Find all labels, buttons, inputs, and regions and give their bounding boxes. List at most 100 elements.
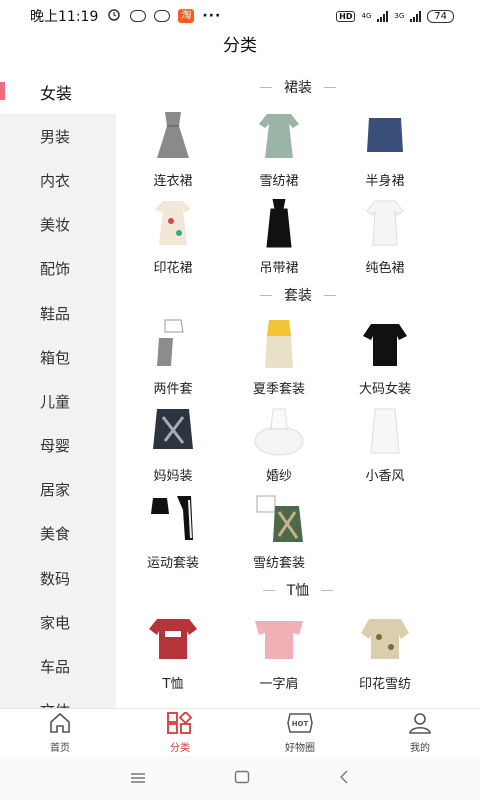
subcategory-item[interactable]: T恤: [120, 607, 226, 694]
section-title: 套装: [284, 288, 312, 304]
hot-badge-icon: HOT: [286, 712, 314, 737]
tab-good-circle-label: 好物圈: [285, 742, 315, 754]
product-thumbnail: [249, 195, 309, 251]
subcategory-grid: T恤 一字肩 印花雪纺: [116, 607, 480, 694]
hd-badge: HD: [336, 10, 356, 22]
signal-icon: [377, 10, 389, 22]
subcategory-item[interactable]: 妈妈装: [120, 399, 226, 486]
section-header: T恤: [116, 573, 480, 607]
subcategory-item[interactable]: 小香风: [332, 399, 438, 486]
product-thumbnail: [249, 108, 309, 164]
subcategory-item[interactable]: 印花裙: [120, 191, 226, 278]
sidebar-item[interactable]: 儿童: [0, 379, 116, 423]
subcategory-item[interactable]: 夏季套装: [226, 312, 332, 399]
product-thumbnail: [355, 195, 415, 251]
subcategory-label: 运动套装: [146, 556, 199, 571]
tab-category-label: 分类: [170, 742, 190, 754]
divider: [260, 294, 272, 296]
product-thumbnail: [355, 403, 415, 459]
sidebar-item[interactable]: 数码: [0, 556, 116, 600]
sidebar-item[interactable]: 女装: [0, 70, 116, 115]
subcategory-label: 纯色裙: [365, 261, 405, 276]
product-thumbnail: [143, 195, 203, 251]
subcategory-grid: 两件套 夏季套装 大码女装妈妈装 婚纱 小香风运动套装 雪纺套装: [116, 312, 480, 573]
product-thumbnail: [143, 403, 203, 459]
subcategory-label: 雪纺裙: [259, 174, 299, 189]
subcategory-item[interactable]: 大码女装: [332, 312, 438, 399]
subcategory-label: 半身裙: [365, 174, 405, 189]
subcategory-item[interactable]: 吊带裙: [226, 191, 332, 278]
tab-mine-label: 我的: [410, 742, 430, 754]
product-thumbnail: [355, 611, 415, 667]
subcategory-label: 连衣裙: [153, 174, 193, 189]
network-label-1: 4G: [361, 12, 372, 20]
chat-icon-2: [154, 10, 171, 22]
subcategory-item[interactable]: 雪纺套装: [226, 486, 332, 573]
sidebar-item[interactable]: 母婴: [0, 424, 116, 468]
subcategory-label: 妈妈装: [153, 469, 193, 484]
tab-home-label: 首页: [50, 742, 70, 754]
sidebar-item[interactable]: 车品: [0, 644, 116, 688]
sidebar-item[interactable]: 家电: [0, 600, 116, 644]
subcategory-item[interactable]: 两件套: [120, 312, 226, 399]
status-bar: 晚上11:19 淘 ··· HD 4G 3G 74: [0, 0, 480, 32]
subcategory-label: 大码女装: [358, 382, 411, 397]
bottom-tab-bar: 首页 分类 HOT 好物圈 我的: [0, 708, 480, 756]
sidebar-item[interactable]: 内衣: [0, 158, 116, 202]
sidebar-item[interactable]: 箱包: [0, 335, 116, 379]
subcategory-label: 印花雪纺: [358, 677, 411, 692]
product-thumbnail: [249, 490, 309, 546]
subcategory-label: 雪纺套装: [252, 556, 305, 571]
sidebar-item[interactable]: 配饰: [0, 247, 116, 291]
section-header: 套装: [116, 278, 480, 312]
subcategory-label: 两件套: [153, 382, 193, 397]
product-thumbnail: [249, 611, 309, 667]
subcategory-label: 一字肩: [259, 677, 299, 692]
subcategory-item[interactable]: 雪纺裙: [226, 104, 332, 191]
tab-good-circle[interactable]: HOT 好物圈: [240, 709, 360, 756]
product-thumbnail: [143, 316, 203, 372]
back-icon[interactable]: [338, 769, 350, 788]
divider: [324, 294, 336, 296]
section-title: T恤: [286, 583, 310, 599]
tab-mine[interactable]: 我的: [360, 709, 480, 756]
product-thumbnail: [355, 108, 415, 164]
subcategory-item[interactable]: 连衣裙: [120, 104, 226, 191]
subcategory-panel: 裙装 连衣裙 雪纺裙 半身裙 印花裙 吊带裙 纯色裙 套装 两件套 夏季套装 大码女装 妈妈装 婚纱 小香…: [116, 70, 480, 708]
divider: [324, 86, 336, 88]
subcategory-item[interactable]: 纯色裙: [332, 191, 438, 278]
menu-icon[interactable]: [130, 769, 146, 788]
divider: [262, 589, 275, 591]
subcategory-label: T恤: [162, 677, 184, 692]
sidebar-item[interactable]: 美妆: [0, 203, 116, 247]
system-nav-bar: [0, 756, 480, 800]
tab-category[interactable]: 分类: [120, 709, 240, 756]
home-icon: [48, 712, 72, 737]
subcategory-item[interactable]: 印花雪纺: [332, 607, 438, 694]
more-notifications-icon: ···: [202, 8, 222, 24]
product-thumbnail: [249, 316, 309, 372]
subcategory-item[interactable]: 婚纱: [226, 399, 332, 486]
subcategory-label: 夏季套装: [252, 382, 305, 397]
product-thumbnail: [143, 611, 203, 667]
subcategory-label: 吊带裙: [259, 261, 299, 276]
page-title: 分类: [223, 36, 257, 56]
sidebar-item[interactable]: 鞋品: [0, 291, 116, 335]
subcategory-grid: 连衣裙 雪纺裙 半身裙印花裙 吊带裙 纯色裙: [116, 104, 480, 278]
sidebar-item[interactable]: 男装: [0, 114, 116, 158]
chat-icon: [130, 10, 147, 22]
subcategory-label: 婚纱: [265, 469, 292, 484]
product-thumbnail: [355, 316, 415, 372]
subcategory-item[interactable]: 运动套装: [120, 486, 226, 573]
home-square-icon[interactable]: [234, 769, 250, 788]
divider: [321, 589, 334, 591]
sidebar-item[interactable]: 居家: [0, 468, 116, 512]
subcategory-item[interactable]: 半身裙: [332, 104, 438, 191]
network-label-2: 3G: [394, 12, 405, 20]
subcategory-item[interactable]: 一字肩: [226, 607, 332, 694]
alarm-icon: [106, 7, 122, 25]
taobao-app-icon: 淘: [178, 9, 195, 23]
sidebar-item[interactable]: 文体: [0, 689, 116, 708]
sidebar-item[interactable]: 美食: [0, 512, 116, 556]
tab-home[interactable]: 首页: [0, 709, 120, 756]
